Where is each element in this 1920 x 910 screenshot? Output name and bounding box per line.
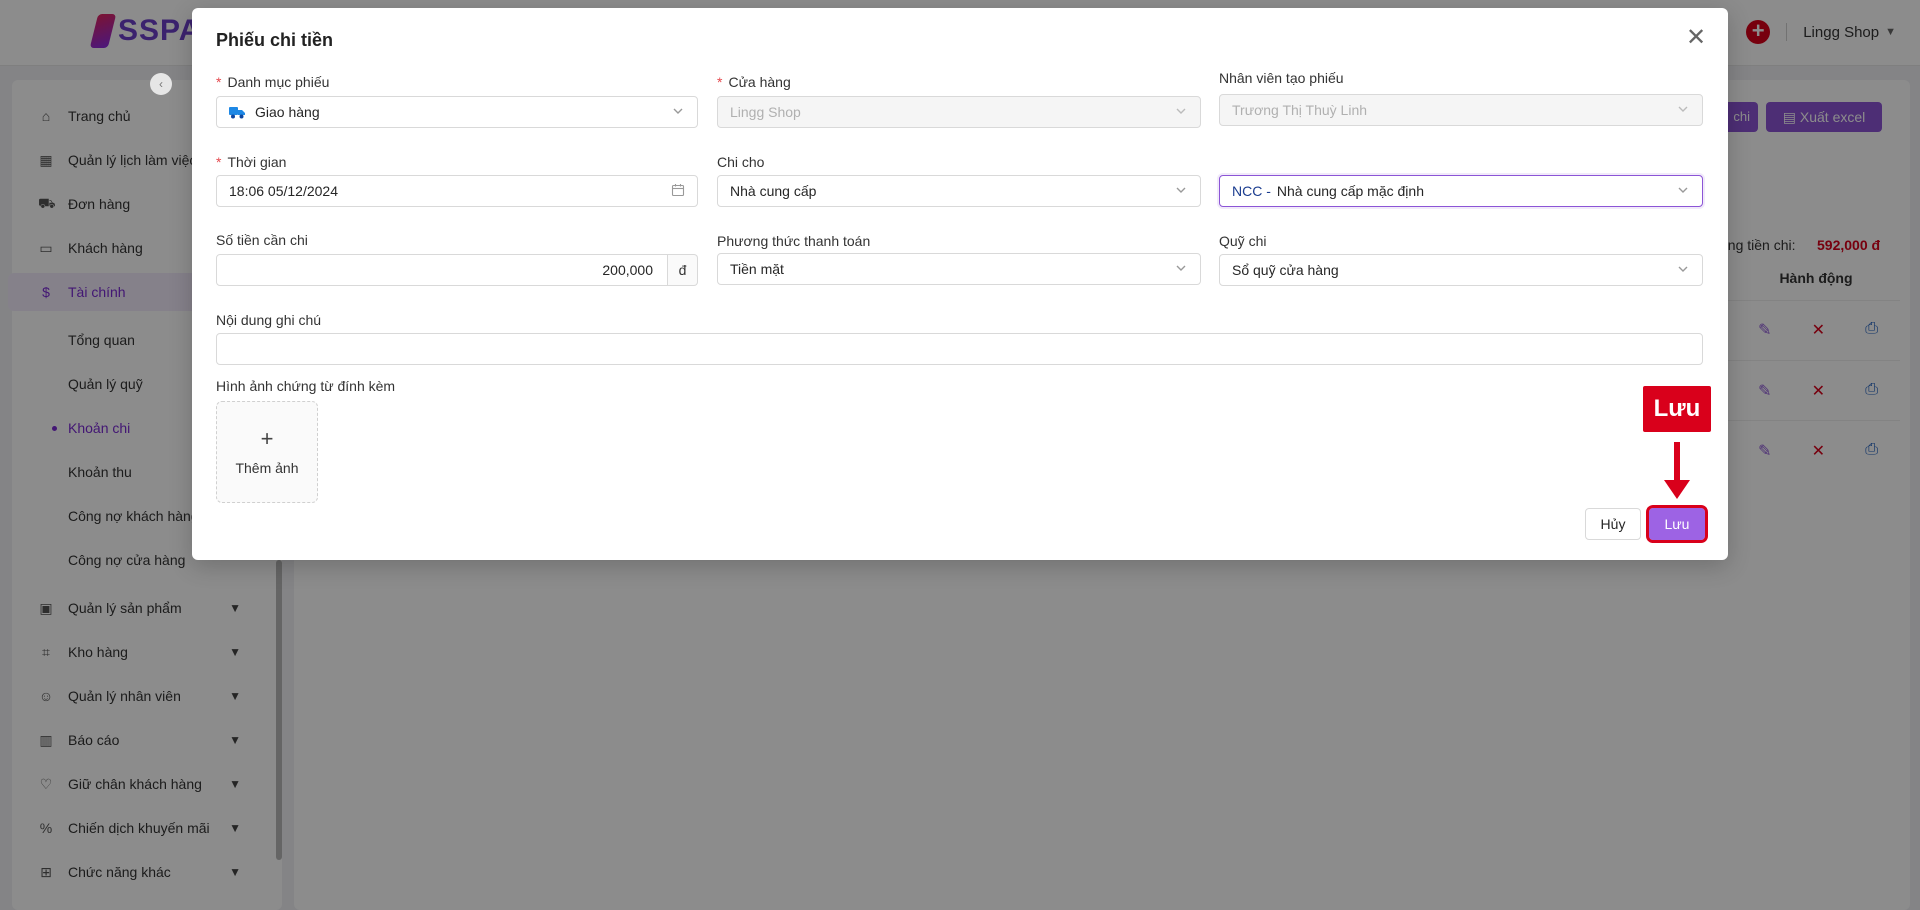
amount-label: Số tiền cần chi [216, 232, 308, 248]
supplier-select[interactable]: NCC - Nhà cung cấp mặc định [1219, 175, 1703, 207]
supplier-prefix: NCC - [1232, 183, 1271, 199]
cancel-button[interactable]: Hủy [1585, 508, 1641, 540]
amount-input[interactable]: 200,000 [216, 254, 668, 286]
time-label: * Thời gian [216, 154, 286, 170]
chevron-down-icon [1678, 106, 1688, 112]
save-button[interactable]: Lưu [1646, 505, 1708, 543]
payment-method-label: Phương thức thanh toán [717, 233, 871, 249]
modal-title: Phiếu chi tiền [216, 30, 334, 50]
chevron-down-icon [1176, 265, 1186, 271]
expense-voucher-modal: Phiếu chi tiền ✕ * Danh mục phiếu Giao hà… [192, 8, 1728, 560]
close-icon[interactable]: ✕ [1682, 24, 1710, 52]
save-callout-label: Lưu [1643, 386, 1711, 432]
category-label-text: Danh mục phiếu [227, 74, 330, 90]
calendar-icon [671, 184, 685, 197]
category-value: Giao hàng [255, 104, 320, 120]
chevron-down-icon [1678, 266, 1688, 272]
pay-to-value: Nhà cung cấp [730, 183, 817, 199]
category-select[interactable]: Giao hàng [216, 96, 698, 128]
category-label: * Danh mục phiếu [216, 74, 329, 90]
payment-method-select[interactable]: Tiền mặt [717, 253, 1201, 285]
add-image-label: Thêm ảnh [235, 460, 299, 476]
chevron-down-icon [1176, 108, 1186, 114]
required-mark: * [717, 74, 723, 90]
store-label-text: Cửa hàng [728, 74, 791, 90]
required-mark: * [216, 74, 222, 90]
creator-value: Trương Thị Thuỳ Linh [1232, 102, 1368, 118]
creator-select: Trương Thị Thuỳ Linh [1219, 94, 1703, 126]
attachments-label: Hình ảnh chứng từ đính kèm [216, 378, 396, 394]
time-value: 18:06 05/12/2024 [229, 183, 338, 199]
payment-method-value: Tiền mặt [730, 261, 784, 277]
fund-label: Quỹ chi [1219, 233, 1267, 249]
add-image-button[interactable]: + Thêm ảnh [216, 401, 318, 503]
delivery-icon [229, 107, 245, 119]
store-select: Lingg Shop [717, 96, 1201, 128]
time-label-text: Thời gian [227, 154, 287, 170]
note-input[interactable] [216, 333, 1703, 365]
pay-to-select[interactable]: Nhà cung cấp [717, 175, 1201, 207]
arrow-down-icon [1664, 442, 1690, 499]
note-label: Nội dung ghi chú [216, 312, 322, 328]
plus-icon: + [260, 426, 274, 451]
chevron-down-icon [1176, 187, 1186, 193]
currency-suffix: đ [668, 254, 698, 286]
time-picker[interactable]: 18:06 05/12/2024 [216, 175, 698, 207]
pay-to-label: Chi cho [717, 154, 765, 170]
supplier-value: Nhà cung cấp mặc định [1276, 183, 1424, 199]
store-value: Lingg Shop [730, 104, 801, 120]
store-label: * Cửa hàng [717, 74, 791, 90]
creator-label: Nhân viên tạo phiếu [1219, 70, 1344, 86]
required-mark: * [216, 154, 222, 170]
chevron-down-icon [673, 108, 683, 114]
fund-select[interactable]: Sổ quỹ cửa hàng [1219, 254, 1703, 286]
collapse-sidebar-icon[interactable]: ‹ [150, 73, 172, 95]
fund-value: Sổ quỹ cửa hàng [1232, 262, 1339, 278]
chevron-down-icon [1678, 187, 1688, 193]
